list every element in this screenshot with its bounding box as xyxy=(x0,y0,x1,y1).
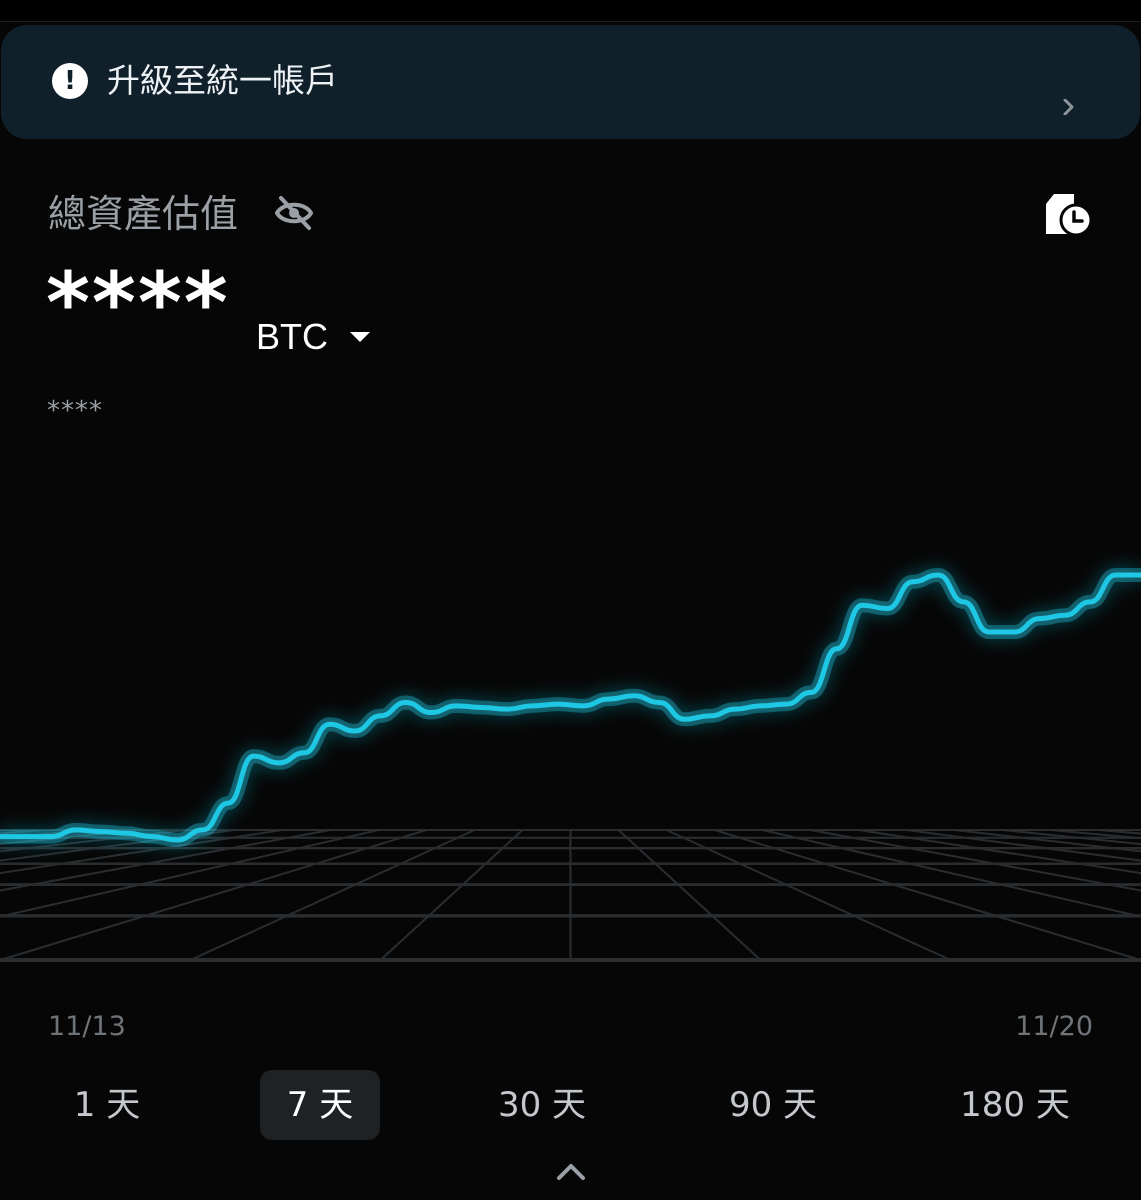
grid-vertical-line xyxy=(810,829,1141,892)
currency-label: BTC xyxy=(256,316,328,357)
grid-vertical-line xyxy=(0,829,331,892)
chevron-right-icon xyxy=(1063,99,1074,115)
grid-vertical-line xyxy=(0,829,283,875)
grid-vertical-line xyxy=(0,829,235,862)
range-tab-7d[interactable]: 7 天 xyxy=(260,1070,380,1140)
top-edge xyxy=(0,0,1141,22)
date-start-label: 11/13 xyxy=(48,1011,126,1042)
range-tab-180d[interactable]: 180 天 xyxy=(950,1070,1080,1140)
grid-vertical-line xyxy=(666,829,951,961)
upgrade-banner[interactable]: ! 升級至統一帳戶 xyxy=(1,25,1140,139)
chevron-up-icon[interactable] xyxy=(555,1160,587,1182)
balance-main: **** xyxy=(46,254,230,352)
app-root: ! 升級至統一帳戶 總資產估值 **** BTC **** 11/13 11/2… xyxy=(0,0,1141,1200)
grid-vertical-line xyxy=(617,829,762,961)
grid-vertical-line xyxy=(0,829,379,918)
alert-circle-icon: ! xyxy=(52,63,88,99)
caret-down-icon xyxy=(350,332,370,342)
range-tab-90d[interactable]: 90 天 xyxy=(713,1070,833,1140)
range-tab-30d[interactable]: 30 天 xyxy=(482,1070,602,1140)
banner-text: 升級至統一帳戶 xyxy=(107,61,338,100)
balance-sub: **** xyxy=(47,396,103,426)
grid-vertical-line xyxy=(190,829,475,961)
grid-vertical-line xyxy=(0,829,427,961)
chart-grid xyxy=(0,829,1141,962)
date-end-label: 11/20 xyxy=(1015,1011,1093,1042)
asset-chart xyxy=(0,567,1141,962)
grid-vertical-line xyxy=(762,829,1141,918)
history-icon[interactable] xyxy=(1040,190,1096,240)
eye-off-icon[interactable] xyxy=(273,194,315,232)
grid-vertical-line xyxy=(379,829,524,961)
total-asset-label: 總資產估值 xyxy=(48,192,239,236)
grid-vertical-line xyxy=(858,829,1141,875)
grid-vertical-line xyxy=(906,829,1141,862)
grid-vertical-line xyxy=(714,829,1141,961)
currency-selector[interactable]: BTC xyxy=(256,314,370,360)
range-tab-1d[interactable]: 1 天 xyxy=(47,1070,167,1140)
